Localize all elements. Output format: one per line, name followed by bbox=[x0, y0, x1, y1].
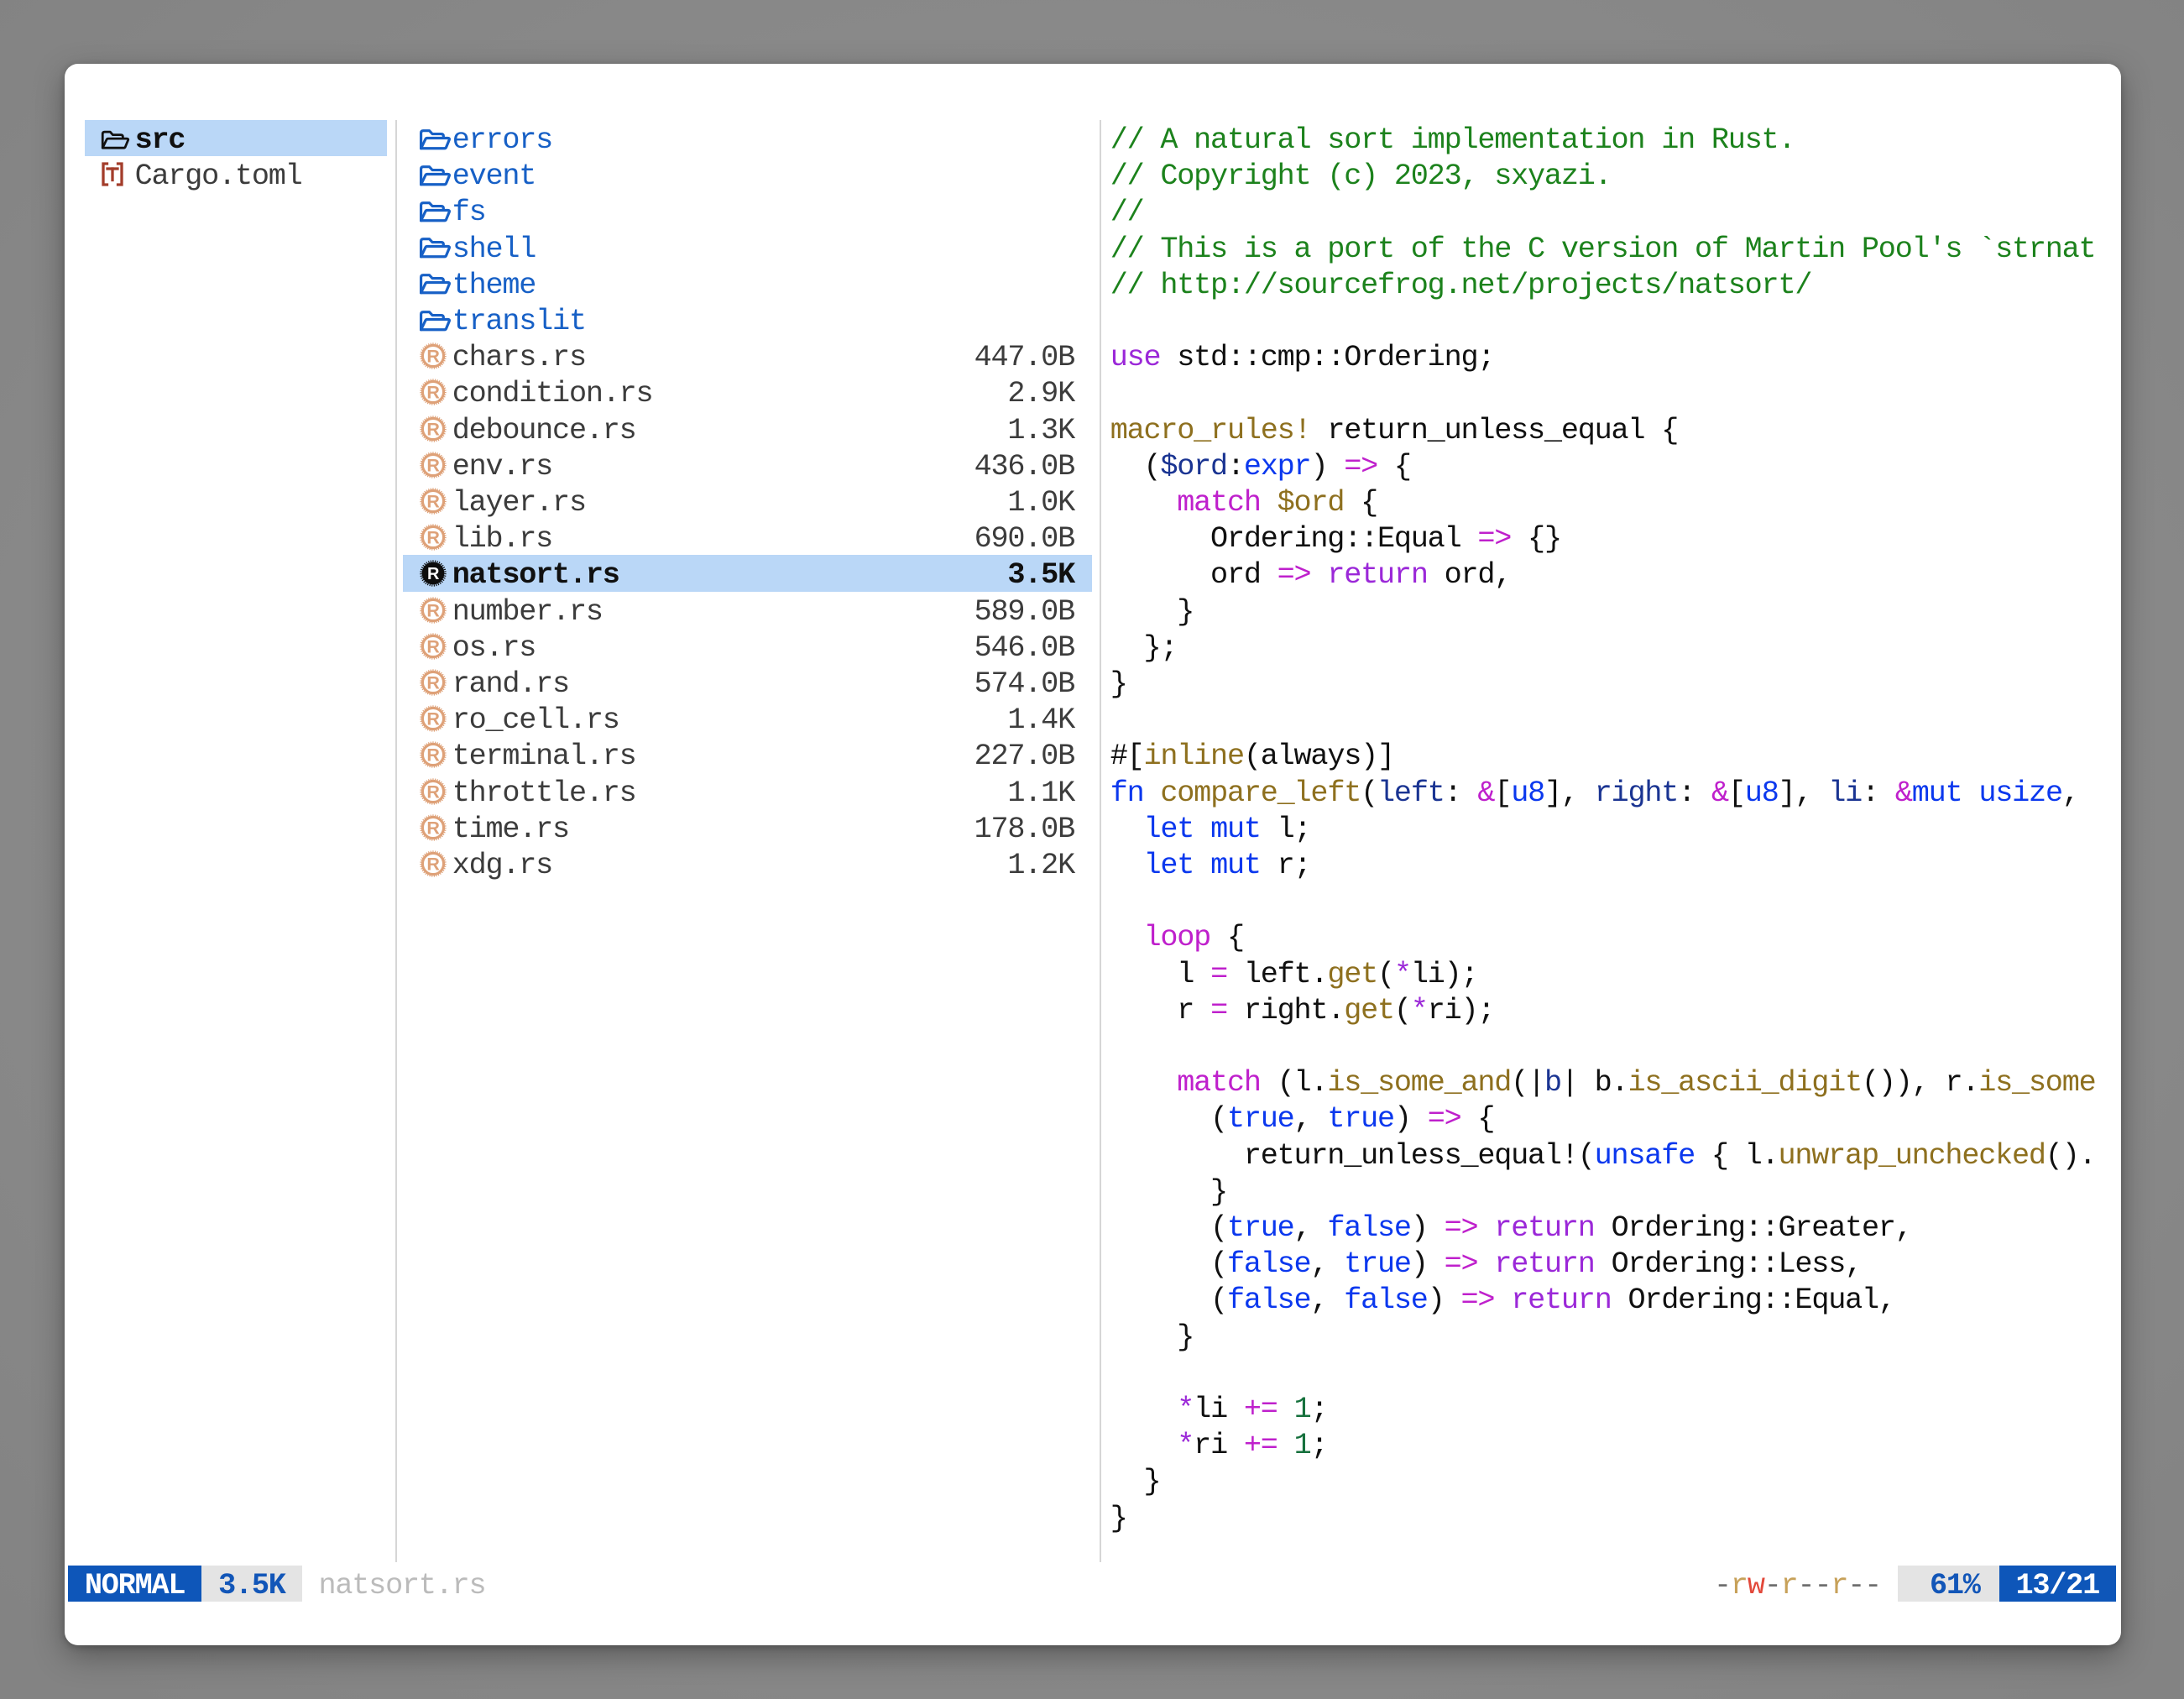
svg-text:R: R bbox=[426, 455, 440, 475]
svg-text:R: R bbox=[426, 745, 440, 766]
svg-text:R: R bbox=[426, 672, 440, 693]
svg-text:R: R bbox=[426, 491, 440, 511]
svg-text:R: R bbox=[426, 854, 440, 874]
svg-text:R: R bbox=[426, 818, 440, 838]
svg-text:R: R bbox=[427, 566, 440, 584]
svg-text:R: R bbox=[426, 528, 440, 548]
svg-text:R: R bbox=[426, 419, 440, 439]
svg-text:R: R bbox=[426, 709, 440, 729]
svg-text:R: R bbox=[426, 600, 440, 620]
svg-text:R: R bbox=[426, 782, 440, 802]
svg-text:R: R bbox=[426, 347, 440, 367]
svg-text:R: R bbox=[426, 383, 440, 403]
svg-text:R: R bbox=[426, 636, 440, 656]
